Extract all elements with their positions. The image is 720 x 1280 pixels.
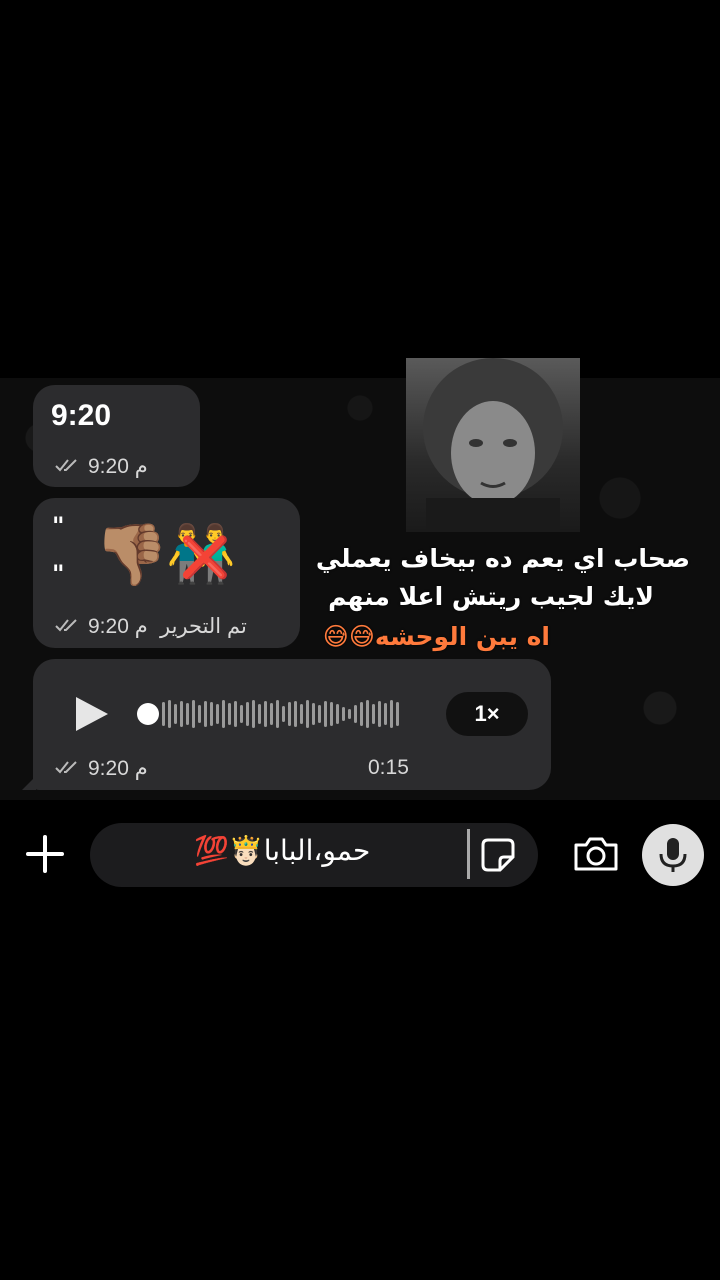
double-check-icon <box>55 761 77 774</box>
voice-duration: 0:15 <box>368 756 409 779</box>
plus-icon[interactable] <box>26 835 64 873</box>
bubble-tail <box>22 776 36 790</box>
overlay-caption-line1: صحاب اي يعم ده بيخاف يعملي <box>315 544 690 573</box>
cross-mark-emoji: ❌ <box>180 535 230 581</box>
overlay-caption-line2: لايك لجيب ريتش اعلا منهم <box>328 582 654 611</box>
text-cursor <box>467 829 470 879</box>
message-input-text: حمو،البابا🤴🏻💯 <box>194 834 371 867</box>
overlay-caption-line3: اه يبن الوحشه😅😅 <box>322 622 550 651</box>
message-time: 9:20 م <box>88 615 148 638</box>
quote-mark-bottom: " <box>52 560 65 588</box>
play-icon[interactable] <box>76 697 108 731</box>
sticker-icon[interactable] <box>480 837 516 873</box>
message-text: 9:20 <box>51 399 112 432</box>
double-check-icon <box>55 459 77 472</box>
double-check-icon <box>55 619 77 632</box>
edited-label: تم التحرير <box>160 615 247 638</box>
voice-scrubber[interactable] <box>137 703 159 725</box>
message-time: 9:20 م <box>88 455 148 478</box>
message-time: 9:20 م <box>88 757 148 780</box>
profile-photo-overlay <box>406 358 580 532</box>
quote-mark-top: " <box>52 512 65 540</box>
mic-icon <box>659 838 687 872</box>
thumbs-down-emoji: 👎🏽 <box>94 520 169 590</box>
camera-icon[interactable] <box>572 835 620 873</box>
voice-waveform[interactable] <box>162 698 408 730</box>
playback-speed-button[interactable]: 1× <box>446 692 528 736</box>
